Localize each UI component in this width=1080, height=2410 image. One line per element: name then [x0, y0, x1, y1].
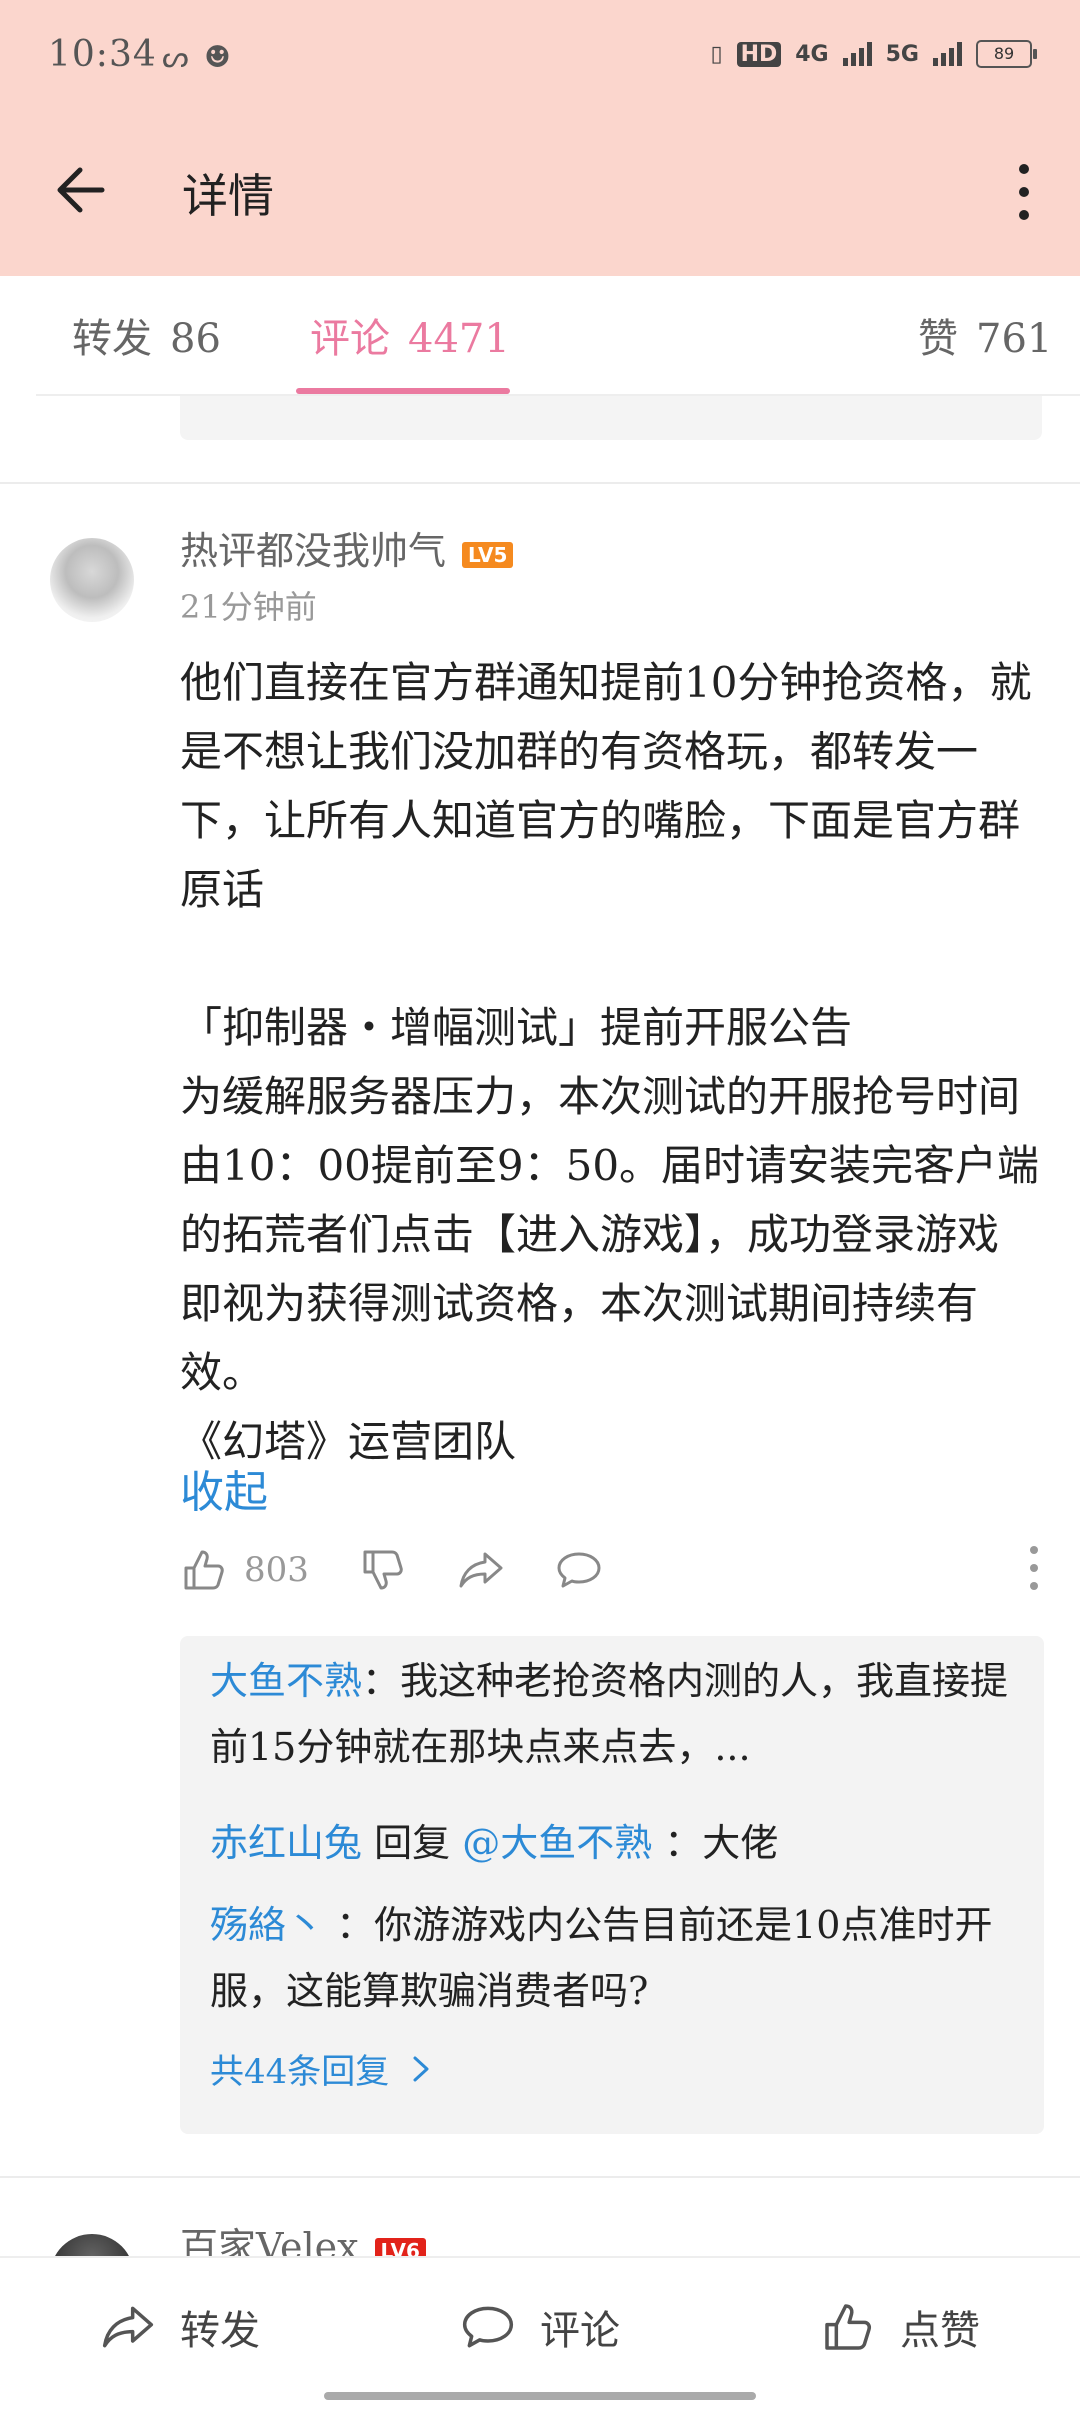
- reply-mention[interactable]: @大鱼不熟: [462, 1821, 652, 1865]
- top-bar: 10:34 ᔕ ☻ ▯ HD 4G 5G 89 详情: [0, 0, 1080, 276]
- share-button[interactable]: [457, 1546, 505, 1594]
- status-right: ▯ HD 4G 5G 89: [710, 40, 1037, 68]
- reply-text: ：大佬: [652, 1821, 779, 1865]
- page-title: 详情: [182, 169, 274, 223]
- status-time: 10:34: [48, 34, 157, 75]
- username-text: 热评都没我帅气: [180, 529, 447, 573]
- divider: [0, 482, 1080, 484]
- divider: [0, 2176, 1080, 2178]
- like-button[interactable]: 803: [180, 1546, 309, 1594]
- dislike-button[interactable]: [359, 1546, 407, 1594]
- tab-repost-label: 转发: [72, 316, 152, 362]
- previous-reply-box: [180, 396, 1042, 440]
- tab-repost[interactable]: 转发 86: [72, 306, 221, 364]
- vibrate-icon: ▯: [710, 41, 723, 67]
- like-count: 803: [244, 1550, 309, 1590]
- thumbs-down-icon: [363, 1550, 403, 1590]
- avatar[interactable]: [50, 538, 134, 622]
- app-notification-icon: ☻: [204, 40, 231, 75]
- reply-author[interactable]: 赤红山兔: [210, 1821, 362, 1865]
- comment-bubble-icon: [462, 2306, 514, 2348]
- tab-comments-count: 4471: [408, 316, 510, 362]
- share-arrow-icon: [102, 2306, 154, 2348]
- signal-icon-1: [842, 42, 872, 66]
- comment-text: 他们直接在官方群通知提前10分钟抢资格，就是不想让我们没加群的有资格玩，都转发一…: [180, 658, 1040, 1466]
- battery-icon: 89: [976, 40, 1037, 68]
- hd-icon: HD: [736, 41, 782, 67]
- tab-likes-label: 赞: [918, 316, 958, 362]
- view-all-replies-link[interactable]: 共44条回复: [210, 2044, 435, 2093]
- thumbs-up-icon: [184, 1550, 224, 1590]
- network-4g-label: 4G: [795, 41, 829, 67]
- tab-comments-label: 评论: [310, 316, 390, 362]
- more-options-icon[interactable]: [1012, 164, 1036, 220]
- comment-more-icon[interactable]: [1026, 1546, 1042, 1590]
- tab-comments[interactable]: 评论 4471: [310, 306, 510, 364]
- reply-author[interactable]: 大鱼不熟: [210, 1659, 362, 1703]
- signal-icon-2: [933, 42, 962, 66]
- bottom-action-bar: 转发 评论 点赞: [0, 2256, 1080, 2410]
- reply-author[interactable]: 殇絡丶: [210, 1903, 324, 1947]
- status-bar: 10:34 ᔕ ☻ ▯ HD 4G 5G 89: [0, 0, 1080, 118]
- network-5g-label: 5G: [885, 41, 919, 67]
- reply-button[interactable]: [555, 1546, 603, 1594]
- reply-separator: ：: [324, 1903, 375, 1947]
- level-badge: LV5: [462, 541, 514, 568]
- comment-username[interactable]: 热评都没我帅气 LV5: [180, 520, 514, 575]
- tab-likes-count: 761: [976, 316, 1053, 362]
- comment-time: 21分钟前: [180, 588, 317, 626]
- tab-likes[interactable]: 赞 761: [918, 306, 1052, 364]
- tab-bar: 转发 86 评论 4471 赞 761: [0, 276, 1080, 394]
- repost-label: 转发: [180, 2308, 260, 2354]
- repost-button[interactable]: 转发: [100, 2298, 260, 2356]
- reply-item[interactable]: 赤红山兔 回复 @大鱼不熟 ：大佬: [210, 1810, 1010, 1876]
- chevron-right-icon: [413, 2056, 429, 2081]
- tab-repost-count: 86: [170, 316, 221, 362]
- notification-icon: ᔕ: [162, 40, 189, 75]
- home-indicator[interactable]: [324, 2392, 756, 2400]
- reply-item[interactable]: 殇絡丶 ：你游游戏内公告目前还是10点准时开服，这能算欺骗消费者吗?: [210, 1892, 1010, 2024]
- back-arrow-icon[interactable]: [52, 160, 112, 220]
- reply-label: 回复: [362, 1821, 463, 1865]
- share-arrow-icon: [459, 1552, 503, 1588]
- comment-label: 评论: [540, 2308, 620, 2354]
- comment-actions: 803: [180, 1540, 653, 1600]
- reply-separator: ：: [362, 1659, 401, 1703]
- collapse-link[interactable]: 收起: [180, 1456, 268, 1520]
- comment-button[interactable]: 评论: [460, 2298, 620, 2356]
- reply-item[interactable]: 大鱼不熟：我这种老抢资格内测的人，我直接提前15分钟就在那块点来点去，...: [210, 1648, 1010, 1780]
- replies-box[interactable]: 大鱼不熟：我这种老抢资格内测的人，我直接提前15分钟就在那块点来点去，... 赤…: [180, 1636, 1044, 2134]
- thumbs-up-icon: [825, 2304, 872, 2350]
- like-label: 点赞: [900, 2308, 980, 2354]
- view-all-replies-label: 共44条回复: [210, 2052, 390, 2092]
- like-post-button[interactable]: 点赞: [820, 2298, 980, 2356]
- comment-bubble-icon: [557, 1552, 601, 1588]
